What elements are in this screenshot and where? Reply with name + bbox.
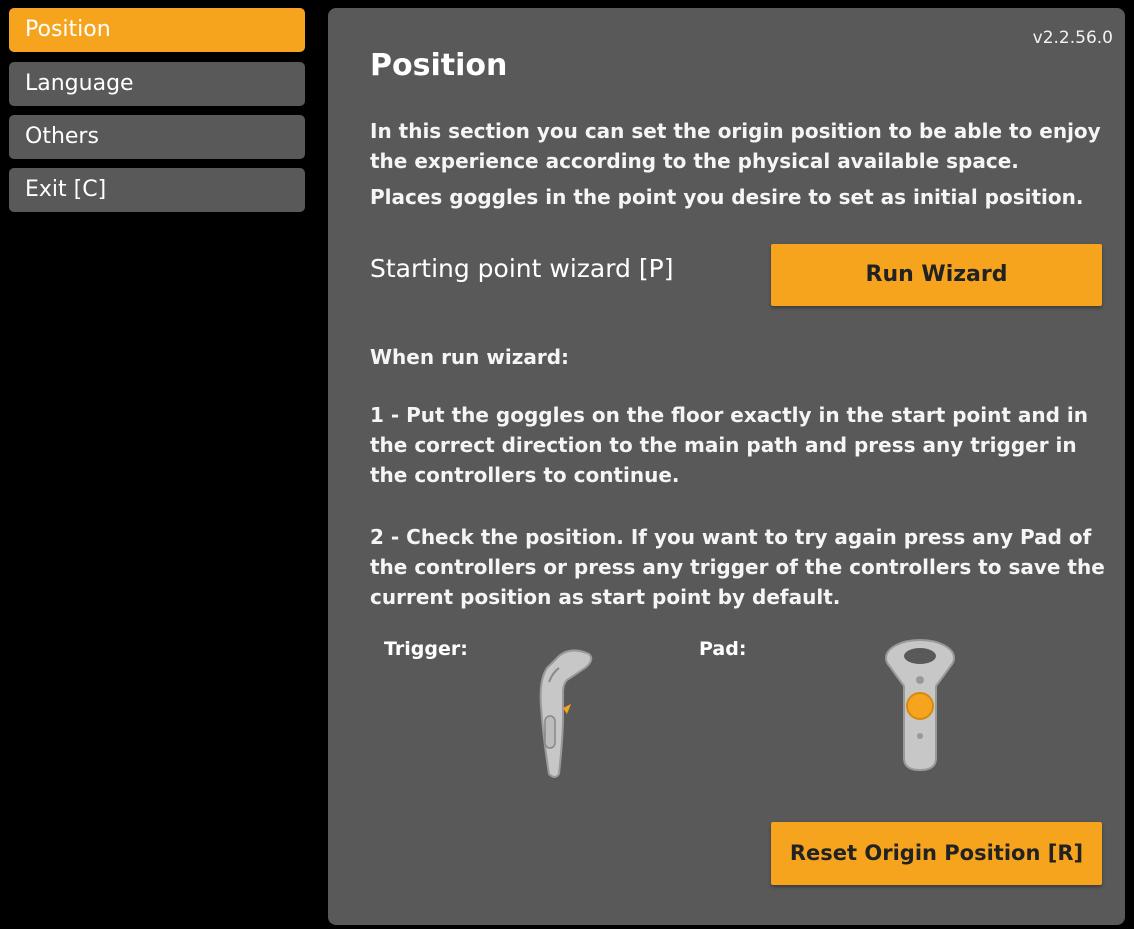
version-label: v2.2.56.0 (1032, 28, 1113, 48)
trigger-label: Trigger: (384, 638, 468, 660)
sidebar-item-others[interactable]: Others (9, 115, 305, 159)
wizard-label: Starting point wizard [P] (370, 254, 674, 283)
intro-instruction: Places goggles in the point you desire t… (370, 185, 1084, 209)
pad-label: Pad: (699, 638, 747, 660)
sidebar-item-language[interactable]: Language (9, 62, 305, 106)
run-wizard-button[interactable]: Run Wizard (771, 244, 1102, 306)
sidebar-item-exit[interactable]: Exit [C] (9, 168, 305, 212)
controller-trigger-icon (539, 649, 593, 778)
page-title: Position (370, 48, 508, 83)
reset-origin-button[interactable]: Reset Origin Position [R] (771, 822, 1102, 885)
intro-text: In this section you can set the origin p… (370, 119, 1101, 173)
controller-pad-icon (885, 639, 955, 772)
sidebar-item-position[interactable]: Position (9, 8, 305, 52)
step-1-text: 1 - Put the goggles on the floor exactly… (370, 403, 1089, 487)
position-panel: v2.2.56.0 Position In this section you c… (328, 8, 1125, 925)
sidebar: Position Language Others Exit [C] (0, 0, 318, 929)
when-run-heading: When run wizard: (370, 345, 570, 369)
step-2-text: 2 - Check the position. If you want to t… (370, 525, 1105, 609)
